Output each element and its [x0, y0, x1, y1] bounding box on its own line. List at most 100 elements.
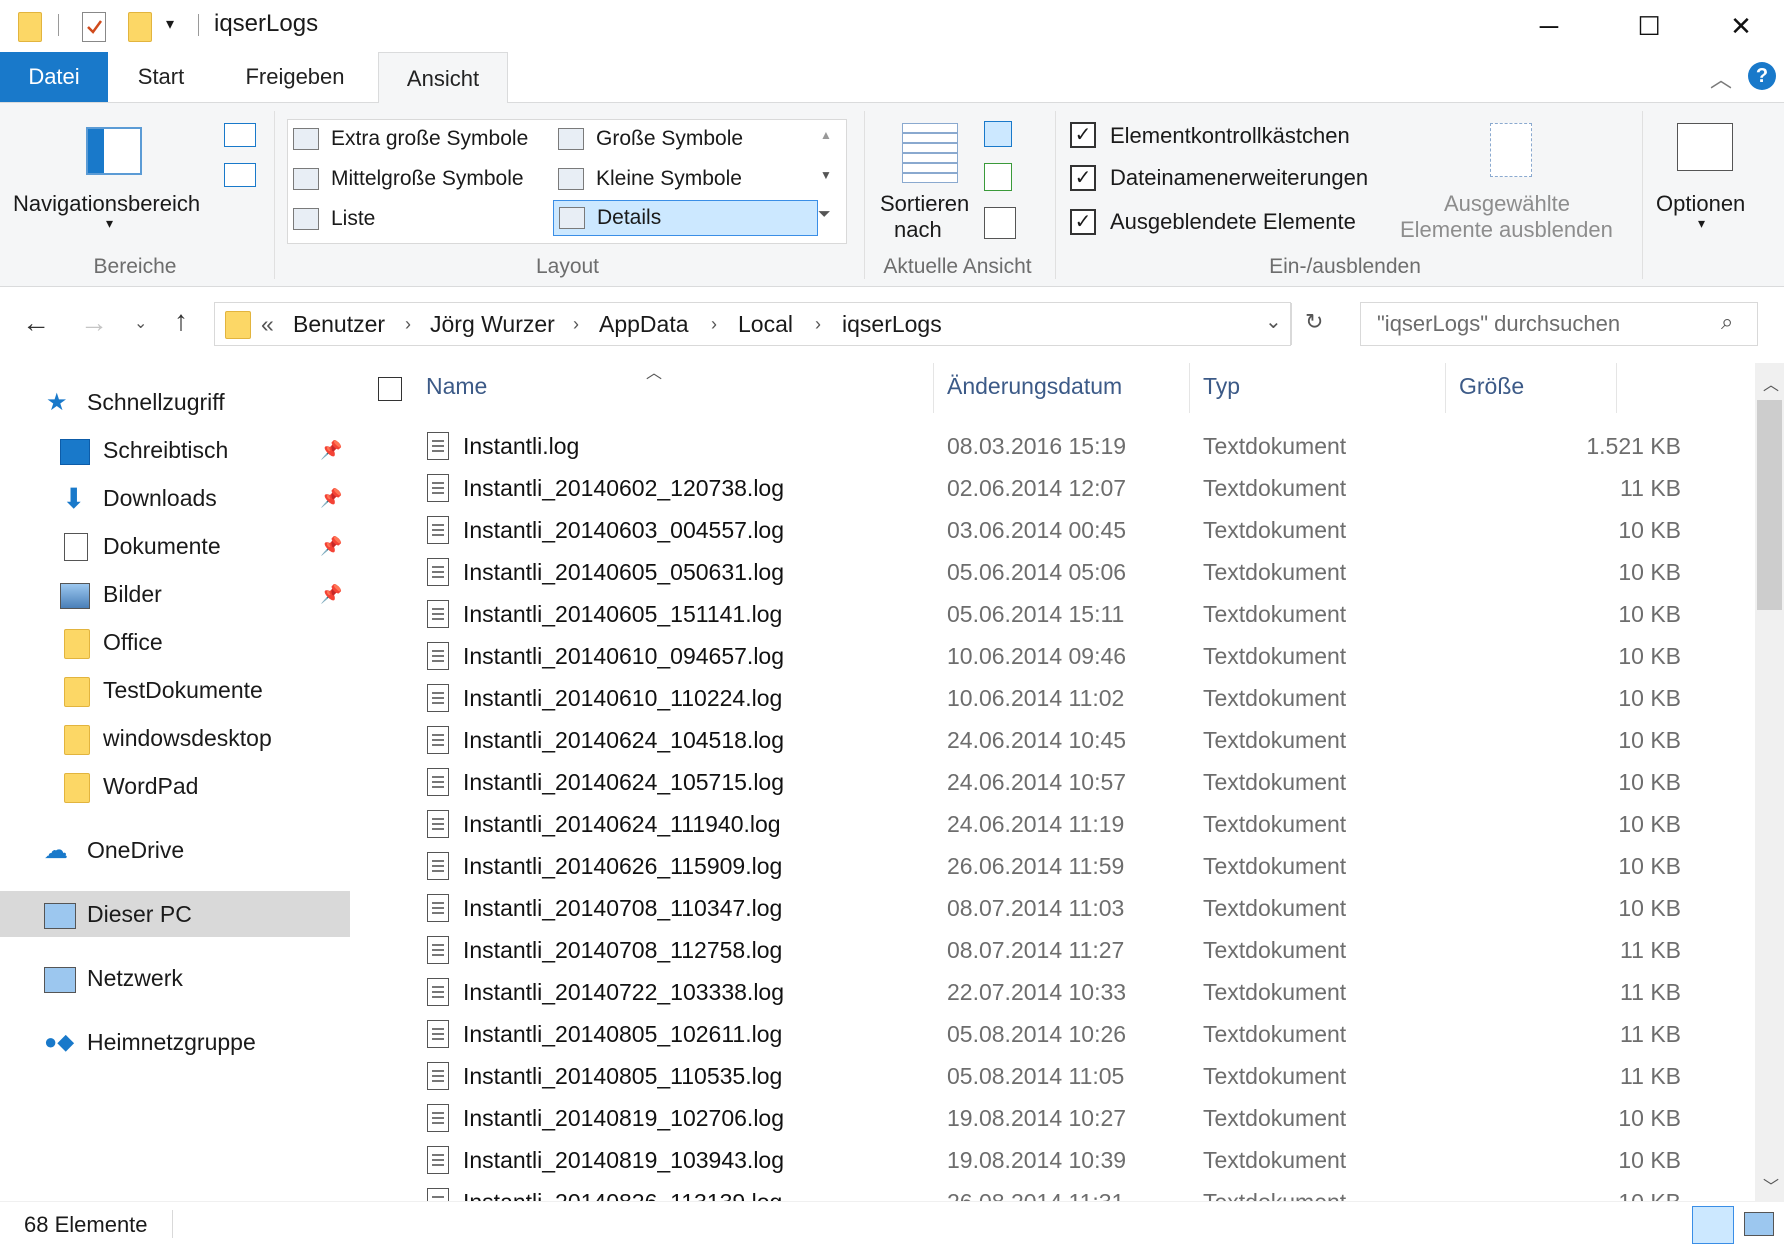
- address-bar[interactable]: « Benutzer › Jörg Wurzer › AppData › Loc…: [214, 302, 1323, 346]
- chevron-down-icon[interactable]: ▾: [106, 215, 113, 232]
- collapse-ribbon-icon[interactable]: ︿: [1710, 62, 1732, 94]
- scroll-up-icon[interactable]: ︿: [1763, 371, 1779, 395]
- sort-button-line2[interactable]: nach: [894, 217, 942, 243]
- pin-icon[interactable]: 📌: [320, 584, 342, 605]
- recent-locations-icon[interactable]: ⌄: [134, 313, 147, 333]
- search-box[interactable]: "iqserLogs" durchsuchen ⌕: [1360, 302, 1758, 346]
- table-row[interactable]: Instantli_20140610_094657.log 10.06.2014 …: [356, 635, 1752, 677]
- back-arrow-icon[interactable]: ←: [22, 307, 50, 339]
- sidebar-item-pictures[interactable]: Bilder 📌: [0, 571, 350, 617]
- hide-selected-line1[interactable]: Ausgewählte: [1444, 191, 1570, 217]
- table-row[interactable]: Instantli_20140708_112758.log 08.07.2014 …: [356, 929, 1752, 971]
- table-row[interactable]: Instantli.log 08.03.2016 15:19 Textdokumen…: [356, 425, 1752, 467]
- sidebar-item-testdokumente[interactable]: TestDokumente: [0, 667, 350, 713]
- new-folder-icon[interactable]: [128, 12, 152, 42]
- maximize-button[interactable]: ☐: [1602, 0, 1696, 52]
- table-row[interactable]: Instantli_20140708_110347.log 08.07.2014 …: [356, 887, 1752, 929]
- search-icon[interactable]: ⌕: [1721, 309, 1733, 335]
- pin-icon[interactable]: 📌: [320, 488, 342, 509]
- forward-arrow-icon[interactable]: →: [80, 307, 108, 339]
- table-row[interactable]: Instantli_20140626_115909.log 26.06.2014 …: [356, 845, 1752, 887]
- column-divider[interactable]: [1445, 363, 1446, 413]
- properties-icon[interactable]: [82, 12, 106, 42]
- sidebar-item-documents[interactable]: Dokumente 📌: [0, 523, 350, 569]
- tab-ansicht[interactable]: Ansicht: [378, 52, 508, 104]
- layout-medium-icons[interactable]: Mittelgroße Symbole: [293, 162, 524, 196]
- sidebar-item-this-pc[interactable]: Dieser PC: [0, 891, 350, 937]
- layout-large-icons[interactable]: Große Symbole: [558, 122, 743, 156]
- table-row[interactable]: Instantli_20140624_104518.log 24.06.2014 …: [356, 719, 1752, 761]
- gallery-scroll-down-icon[interactable]: ▼: [820, 168, 832, 182]
- column-divider[interactable]: [933, 363, 934, 413]
- address-dropdown-icon[interactable]: ⌄: [1265, 309, 1282, 334]
- layout-extra-large-icons[interactable]: Extra große Symbole: [293, 122, 528, 156]
- sidebar-item-wordpad[interactable]: WordPad: [0, 763, 350, 809]
- sidebar-item-homegroup[interactable]: ●◆ Heimnetzgruppe: [0, 1019, 350, 1065]
- column-header-size[interactable]: Größe: [1459, 373, 1524, 400]
- sidebar-item-network[interactable]: Netzwerk: [0, 955, 350, 1001]
- gallery-scroll-up-icon[interactable]: ▲: [820, 128, 832, 142]
- table-row[interactable]: Instantli_20140819_102706.log 19.08.2014 …: [356, 1097, 1752, 1139]
- sidebar-item-quick-access[interactable]: ★ Schnellzugriff: [0, 379, 350, 425]
- chevron-right-icon[interactable]: ›: [711, 314, 717, 335]
- table-row[interactable]: Instantli_20140805_110535.log 05.08.2014 …: [356, 1055, 1752, 1097]
- table-row[interactable]: Instantli_20140605_151141.log 05.06.2014 …: [356, 593, 1752, 635]
- table-row[interactable]: Instantli_20140624_105715.log 24.06.2014 …: [356, 761, 1752, 803]
- chevron-right-icon[interactable]: ›: [405, 314, 411, 335]
- table-row[interactable]: Instantli_20140826_113139.log 26.08.2014 …: [356, 1181, 1752, 1201]
- table-row[interactable]: Instantli_20140610_110224.log 10.06.2014 …: [356, 677, 1752, 719]
- help-icon[interactable]: ?: [1748, 62, 1776, 90]
- options-button[interactable]: Optionen: [1656, 191, 1745, 217]
- sidebar-item-windowsdesktop[interactable]: windowsdesktop: [0, 715, 350, 761]
- breadcrumb-local[interactable]: Local: [738, 311, 793, 338]
- sidebar-item-office[interactable]: Office: [0, 619, 350, 665]
- chevron-right-icon[interactable]: ›: [815, 314, 821, 335]
- breadcrumb-iqserlogs[interactable]: iqserLogs: [842, 311, 942, 338]
- column-divider[interactable]: [1616, 363, 1617, 413]
- options-icon[interactable]: [1677, 123, 1733, 171]
- sidebar-item-onedrive[interactable]: ☁ OneDrive: [0, 827, 350, 873]
- tab-start[interactable]: Start: [122, 52, 200, 102]
- hide-selected-line2[interactable]: Elemente ausblenden: [1400, 217, 1613, 243]
- pin-icon[interactable]: 📌: [320, 536, 342, 557]
- tab-datei[interactable]: Datei: [0, 52, 108, 102]
- navigation-pane-button[interactable]: Navigationsbereich: [13, 191, 200, 217]
- chevron-right-icon[interactable]: ›: [573, 314, 579, 335]
- layout-list[interactable]: Liste: [293, 202, 375, 236]
- column-header-type[interactable]: Typ: [1203, 373, 1240, 400]
- select-all-checkbox[interactable]: [378, 377, 402, 401]
- breadcrumb-appdata[interactable]: AppData: [599, 311, 689, 338]
- up-arrow-icon[interactable]: ↑: [174, 305, 188, 337]
- table-row[interactable]: Instantli_20140722_103338.log 22.07.2014 …: [356, 971, 1752, 1013]
- navigation-pane-icon[interactable]: [86, 127, 142, 175]
- sort-by-icon[interactable]: [902, 123, 958, 183]
- table-row[interactable]: Instantli_20140624_111940.log 24.06.2014 …: [356, 803, 1752, 845]
- layout-small-icons[interactable]: Kleine Symbole: [558, 162, 742, 196]
- column-divider[interactable]: [1189, 363, 1190, 413]
- breadcrumb-overflow[interactable]: «: [261, 311, 274, 338]
- customize-quick-access-icon[interactable]: ▾: [166, 14, 174, 34]
- large-icons-view-icon[interactable]: [1744, 1212, 1774, 1236]
- pin-icon[interactable]: 📌: [320, 440, 342, 461]
- chevron-down-icon[interactable]: ▾: [1698, 215, 1705, 232]
- checkbox-file-extensions[interactable]: ✓: [1070, 165, 1096, 191]
- details-view-icon[interactable]: [1692, 1206, 1734, 1244]
- gallery-more-icon[interactable]: ⏷: [818, 206, 831, 224]
- sidebar-item-downloads[interactable]: ⬇ Downloads 📌: [0, 475, 350, 521]
- column-header-date[interactable]: Änderungsdatum: [947, 373, 1122, 400]
- column-header-name[interactable]: Name: [426, 373, 487, 400]
- breadcrumb-user[interactable]: Jörg Wurzer: [430, 311, 555, 338]
- tab-freigeben[interactable]: Freigeben: [226, 52, 364, 102]
- sort-button-line1[interactable]: Sortieren: [880, 191, 969, 217]
- breadcrumb-benutzer[interactable]: Benutzer: [293, 311, 385, 338]
- group-by-icon[interactable]: [984, 121, 1012, 147]
- table-row[interactable]: Instantli_20140603_004557.log 03.06.2014 …: [356, 509, 1752, 551]
- details-pane-icon[interactable]: [224, 163, 256, 187]
- sidebar-item-desktop[interactable]: Schreibtisch 📌: [0, 427, 350, 473]
- scroll-down-icon[interactable]: ﹀: [1763, 1173, 1779, 1197]
- table-row[interactable]: Instantli_20140805_102611.log 05.08.2014 …: [356, 1013, 1752, 1055]
- table-row[interactable]: Instantli_20140602_120738.log 02.06.2014 …: [356, 467, 1752, 509]
- hide-selected-icon[interactable]: [1490, 123, 1532, 177]
- layout-details[interactable]: Details: [553, 200, 818, 236]
- preview-pane-icon[interactable]: [224, 123, 256, 147]
